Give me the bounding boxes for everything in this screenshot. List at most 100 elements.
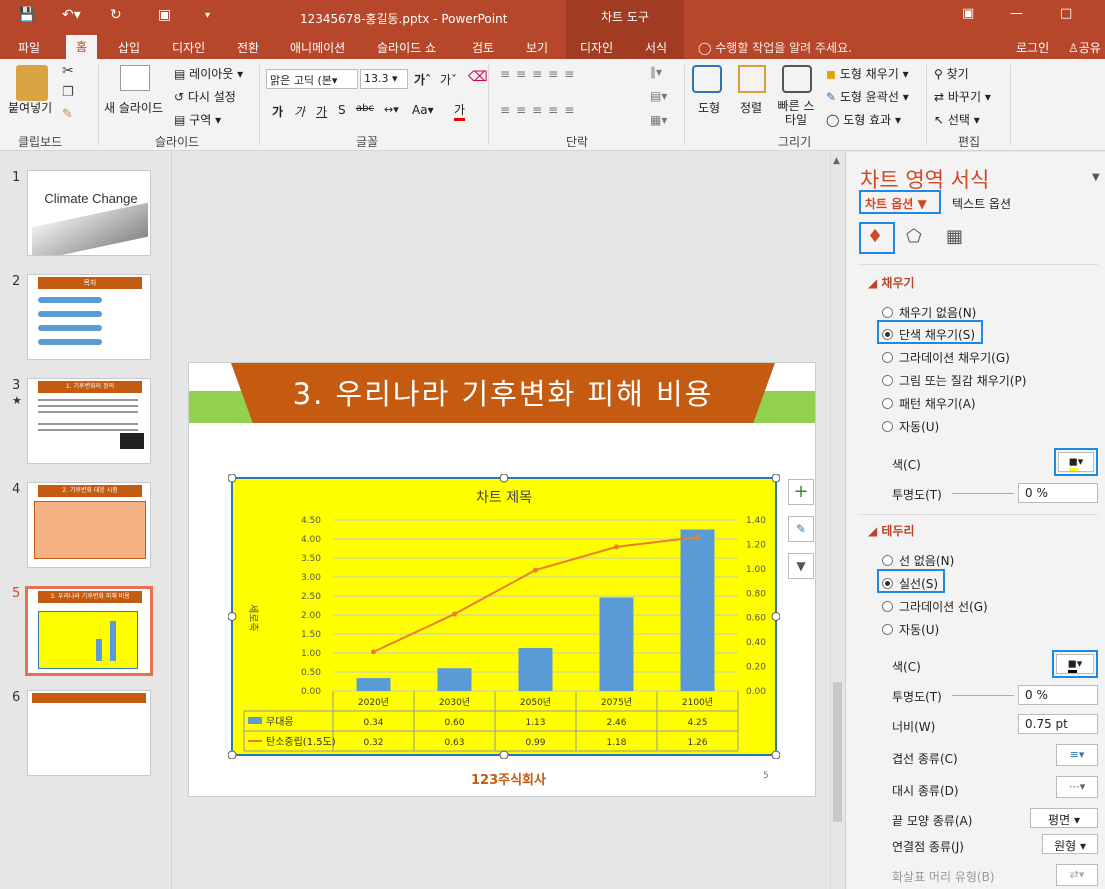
fill-color-picker[interactable]: ◼▾: [1058, 452, 1094, 472]
section-button[interactable]: ▤ 구역 ▾: [174, 111, 221, 128]
scroll-up-icon[interactable]: ▲: [833, 156, 840, 166]
thumbnail-slide-2[interactable]: 목차: [27, 274, 151, 360]
paste-icon[interactable]: [16, 65, 48, 101]
fill-solid-option[interactable]: 단색 채우기(S): [882, 326, 975, 343]
tab-file[interactable]: 파일: [18, 39, 40, 56]
fill-gradient-option[interactable]: 그라데이션 채우기(G): [882, 349, 1010, 366]
radio[interactable]: [882, 329, 893, 340]
line-solid-option[interactable]: 실선(S): [882, 575, 938, 592]
maximize-icon[interactable]: □: [1060, 6, 1072, 21]
resize-handle[interactable]: [228, 750, 237, 759]
layout-button[interactable]: ▤ 레이아웃 ▾: [174, 65, 243, 82]
border-section[interactable]: ◢ 테두리: [868, 522, 915, 539]
quick-styles-icon[interactable]: [782, 65, 812, 93]
share-button[interactable]: ♙공유: [1068, 39, 1101, 56]
change-case-icon[interactable]: Aa▾: [412, 103, 434, 117]
chart-styles-button[interactable]: ✎: [788, 516, 814, 542]
slide-title[interactable]: 3. 우리나라 기후변화 피해 비용: [231, 371, 775, 413]
resize-handle[interactable]: [228, 474, 237, 483]
strikethrough-icon[interactable]: abc: [356, 103, 374, 114]
slideshow-icon[interactable]: ▣: [158, 7, 171, 23]
dash-type-picker[interactable]: ⋯▾: [1056, 776, 1098, 798]
line-auto-option[interactable]: 자동(U): [882, 621, 939, 638]
thumbnail-slide-6[interactable]: [27, 690, 151, 776]
align-icons[interactable]: ≡≡≡≡≡: [500, 103, 580, 117]
undo-icon[interactable]: ↶▾: [62, 7, 81, 23]
line-width-input[interactable]: 0.75 pt: [1018, 714, 1098, 734]
tab-chart-format[interactable]: 서식: [645, 39, 667, 56]
tab-chart-design[interactable]: 디자인: [580, 39, 613, 56]
replace-button[interactable]: ⇄ 바꾸기 ▾: [934, 88, 991, 105]
line-color-picker[interactable]: ◼▾: [1056, 654, 1094, 674]
fill-auto-option[interactable]: 자동(U): [882, 418, 939, 435]
underline-icon[interactable]: 가: [316, 103, 327, 120]
text-direction-icon[interactable]: ∥▾: [650, 65, 662, 79]
copy-icon[interactable]: ❐: [62, 85, 74, 100]
resize-handle[interactable]: [499, 474, 509, 483]
bullets-icon[interactable]: ≡≡≡≡≡: [500, 67, 580, 81]
tab-animations[interactable]: 애니메이션: [290, 39, 345, 56]
bold-icon[interactable]: 가: [272, 103, 283, 120]
size-properties-icon[interactable]: ▦: [946, 226, 963, 247]
redo-icon[interactable]: ↻: [110, 7, 122, 23]
grow-font-icon[interactable]: 가ˆ: [414, 71, 431, 88]
arrow-type-picker[interactable]: ⇄▾: [1056, 864, 1098, 886]
login-link[interactable]: 로그인: [1016, 39, 1049, 56]
tab-review[interactable]: 검토: [472, 39, 494, 56]
shape-effects-button[interactable]: ◯ 도형 효과 ▾: [826, 111, 901, 128]
radio[interactable]: [882, 307, 893, 318]
format-painter-icon[interactable]: ✎: [62, 107, 73, 122]
customize-qat-icon[interactable]: ▾: [205, 10, 210, 21]
align-text-icon[interactable]: ▤▾: [650, 89, 667, 103]
tab-home[interactable]: 홈: [66, 35, 98, 59]
line-gradient-option[interactable]: 그라데이션 선(G): [882, 598, 988, 615]
tab-insert[interactable]: 삽입: [118, 39, 140, 56]
radio[interactable]: [882, 398, 893, 409]
fill-transparency-input[interactable]: 0 %: [1018, 483, 1098, 503]
select-button[interactable]: ↖ 선택 ▾: [934, 111, 980, 128]
radio[interactable]: [882, 421, 893, 432]
shape-outline-button[interactable]: ✎ 도형 윤곽선 ▾: [826, 88, 909, 105]
text-options-tab[interactable]: 텍스트 옵션: [952, 195, 1011, 212]
resize-handle[interactable]: [771, 750, 780, 759]
radio[interactable]: [882, 555, 893, 566]
editor-scrollbar[interactable]: ▲: [830, 152, 844, 889]
line-none-option[interactable]: 선 없음(N): [882, 552, 954, 569]
new-slide-icon[interactable]: [120, 65, 150, 91]
font-color-icon[interactable]: 가: [454, 101, 466, 121]
thumbnail-slide-4[interactable]: 2. 기후변화 대응 시점: [27, 482, 151, 568]
resize-handle[interactable]: [771, 474, 780, 483]
tab-view[interactable]: 보기: [526, 39, 548, 56]
fill-section[interactable]: ◢ 채우기: [868, 274, 915, 291]
fill-pattern-option[interactable]: 패턴 채우기(A): [882, 395, 976, 412]
pane-options-icon[interactable]: ▼: [1092, 172, 1100, 183]
thumbnail-slide-1[interactable]: Climate Change: [27, 170, 151, 256]
fill-transparency-slider[interactable]: [952, 493, 1014, 494]
cut-icon[interactable]: ✂: [62, 63, 74, 79]
shadow-icon[interactable]: S: [338, 103, 346, 117]
ribbon-display-icon[interactable]: ▣: [962, 6, 974, 21]
tab-design[interactable]: 디자인: [172, 39, 205, 56]
effects-pentagon-icon[interactable]: ⬠: [906, 226, 922, 247]
font-name-combo[interactable]: 맑은 고딕 (본▾: [266, 69, 358, 89]
minimize-icon[interactable]: —: [1010, 6, 1023, 21]
shapes-icon[interactable]: [692, 65, 722, 93]
shape-fill-button[interactable]: ◼ 도형 채우기 ▾: [826, 65, 909, 82]
radio[interactable]: [882, 601, 893, 612]
font-size-combo[interactable]: 13.3 ▾: [360, 69, 408, 89]
save-icon[interactable]: 💾: [18, 7, 35, 23]
italic-icon[interactable]: 가: [294, 103, 305, 120]
char-spacing-icon[interactable]: ↔▾: [384, 103, 399, 116]
arrange-button[interactable]: 정렬: [740, 99, 762, 116]
smartart-icon[interactable]: ▦▾: [650, 113, 667, 127]
quick-styles-button[interactable]: 빠른 스타일: [774, 99, 818, 127]
radio[interactable]: [882, 375, 893, 386]
new-slide-button[interactable]: 새 슬라이드: [104, 99, 163, 116]
radio[interactable]: [882, 578, 893, 589]
line-transparency-slider[interactable]: [952, 695, 1014, 696]
fill-line-icon[interactable]: ♦: [867, 226, 883, 247]
shrink-font-icon[interactable]: 가ˇ: [440, 71, 457, 88]
chart-options-tab[interactable]: 차트 옵션 ▼: [865, 195, 927, 212]
resize-handle[interactable]: [499, 750, 509, 759]
arrange-icon[interactable]: [738, 65, 766, 93]
